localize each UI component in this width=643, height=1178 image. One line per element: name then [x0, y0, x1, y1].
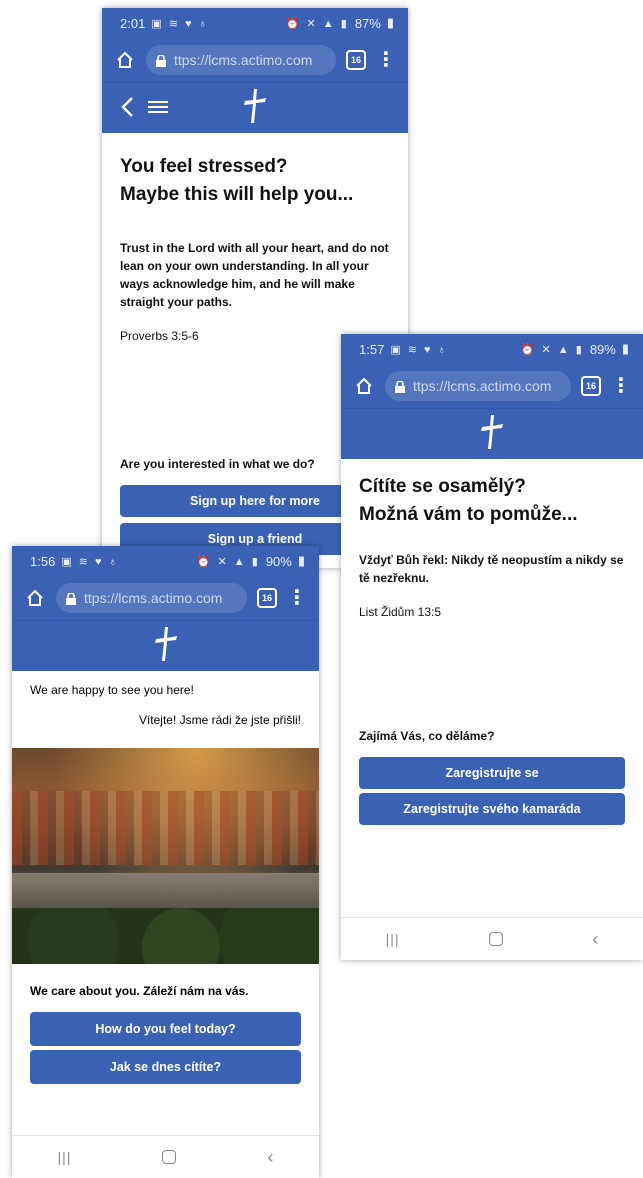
register-button[interactable]: Zaregistrujte se: [359, 757, 625, 789]
url-field[interactable]: ttps://lcms.actimo.com: [56, 583, 247, 613]
page-title-line1: Cítíte se osamělý?: [359, 476, 526, 497]
verse-reference: List Židům 13:5: [359, 605, 442, 619]
url-text: ttps://lcms.actimo.com: [413, 378, 552, 394]
tabs-icon[interactable]: 16: [257, 588, 277, 608]
verse-text: Trust in the Lord with all your heart, a…: [120, 241, 389, 309]
browser-url-bar: ttps://lcms.actimo.com 16 ⋮: [102, 38, 408, 82]
status-time: 2:01: [120, 15, 146, 31]
welcome-section: We are happy to see you here! Vítejte! J…: [12, 671, 319, 727]
app-bar: [341, 408, 643, 459]
tabs-icon[interactable]: 16: [346, 50, 366, 70]
phone-right: 1:57 ▣ ≋ ♥ ♁ ⏰ ✕ ▲ ▮ 89% ▮ ttps://lcms.a…: [341, 334, 643, 960]
status-bar: 1:57 ▣ ≋ ♥ ♁ ⏰ ✕ ▲ ▮ 89% ▮: [341, 334, 643, 364]
welcome-czech: Vítejte! Jsme rádi že jste přišli!: [138, 713, 301, 727]
cross-logo-icon: [153, 626, 179, 667]
status-icons: ▣ ≋ ♥ ♁: [151, 17, 209, 30]
page-title-line2: Maybe this will help you...: [120, 184, 354, 205]
cross-logo-icon: [479, 414, 505, 455]
home-icon[interactable]: [24, 587, 46, 609]
battery-percent: 87%: [354, 15, 381, 31]
feel-today-button[interactable]: How do you feel today?: [30, 1012, 301, 1046]
status-bar: 1:56 ▣ ≋ ♥ ♁ ⏰ ✕ ▲ ▮ 90% ▮: [12, 546, 319, 576]
battery-percent: 90%: [265, 553, 292, 569]
url-text: ttps://lcms.actimo.com: [174, 52, 313, 68]
system-nav-bar: ||| ‹: [341, 917, 643, 960]
menu-dots-icon[interactable]: ⋮: [611, 376, 631, 396]
tabs-icon[interactable]: 16: [581, 376, 601, 396]
page-title-line1: You feel stressed?: [120, 156, 288, 177]
status-bar: 2:01 ▣ ≋ ♥ ♁ ⏰ ✕ ▲ ▮ 87% ▮: [102, 8, 408, 38]
nav-home-icon[interactable]: [162, 1150, 177, 1164]
hamburger-icon[interactable]: [148, 99, 168, 120]
back-arrow-icon[interactable]: [120, 96, 134, 123]
status-icons: ▣ ≋ ♥ ♁: [390, 343, 448, 356]
home-icon[interactable]: [114, 49, 136, 71]
battery-percent: 89%: [589, 341, 616, 357]
status-time: 1:57: [359, 341, 385, 357]
battery-icon: ▮: [297, 553, 305, 568]
verse-text: Vždyť Bůh řekl: Nikdy tě neopustím a nik…: [359, 553, 624, 585]
prague-city-photo: [12, 748, 319, 964]
menu-dots-icon[interactable]: ⋮: [287, 588, 307, 608]
page-content: Cítíte se osamělý? Možná vám to pomůže..…: [341, 459, 643, 843]
phone-left: 1:56 ▣ ≋ ♥ ♁ ⏰ ✕ ▲ ▮ 90% ▮ ttps://lcms.a…: [12, 546, 319, 1178]
recent-apps-icon[interactable]: |||: [58, 1149, 72, 1165]
cross-logo-icon: [242, 88, 268, 129]
page-title-line2: Možná vám to pomůže...: [359, 504, 578, 525]
app-bar: [12, 620, 319, 671]
recent-apps-icon[interactable]: |||: [386, 931, 400, 947]
lock-icon: [156, 54, 166, 67]
status-icons: ▣ ≋ ♥ ♁: [61, 555, 119, 568]
lock-icon: [66, 592, 76, 605]
url-field[interactable]: ttps://lcms.actimo.com: [146, 45, 336, 75]
nav-back-icon[interactable]: ‹: [267, 1147, 273, 1168]
home-icon[interactable]: [353, 375, 375, 397]
care-section: We care about you. Záleží nám na vás. Ho…: [30, 984, 301, 1084]
system-nav-bar: ||| ‹: [12, 1135, 319, 1178]
menu-dots-icon[interactable]: ⋮: [376, 50, 396, 70]
interest-question: Zajímá Vás, co děláme?: [359, 729, 495, 743]
url-field[interactable]: ttps://lcms.actimo.com: [385, 371, 571, 401]
nav-home-icon[interactable]: [488, 932, 503, 946]
lock-icon: [395, 380, 405, 393]
feel-today-czech-button[interactable]: Jak se dnes cítíte?: [30, 1050, 301, 1084]
browser-url-bar: ttps://lcms.actimo.com 16 ⋮: [12, 576, 319, 620]
app-bar: [102, 82, 408, 133]
signal-icons: ⏰ ✕ ▲ ▮: [520, 343, 584, 356]
battery-icon: ▮: [386, 15, 394, 30]
signal-icons: ⏰ ✕ ▲ ▮: [285, 17, 349, 30]
care-text: We care about you. Záleží nám na vás.: [30, 984, 249, 998]
register-friend-button[interactable]: Zaregistrujte svého kamaráda: [359, 793, 625, 825]
welcome-english: We are happy to see you here!: [30, 683, 194, 697]
signal-icons: ⏰ ✕ ▲ ▮: [196, 555, 260, 568]
status-time: 1:56: [30, 553, 56, 569]
battery-icon: ▮: [621, 341, 629, 356]
browser-url-bar: ttps://lcms.actimo.com 16 ⋮: [341, 364, 643, 408]
nav-back-icon[interactable]: ‹: [592, 929, 598, 950]
url-text: ttps://lcms.actimo.com: [84, 590, 223, 606]
